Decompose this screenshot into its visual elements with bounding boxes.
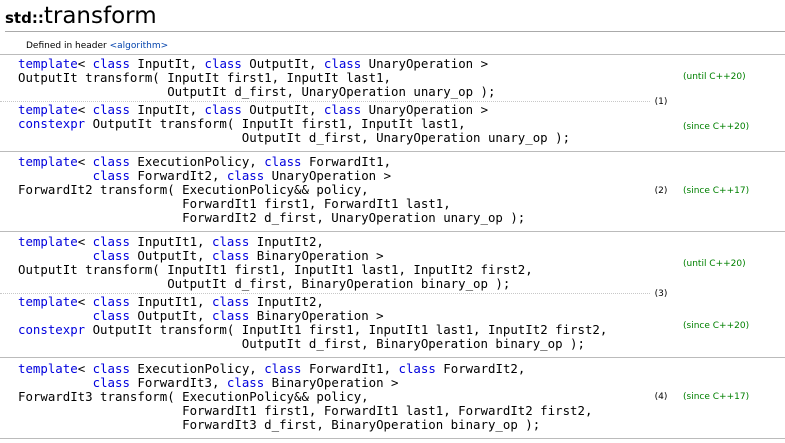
keyword[interactable]: template <box>18 154 78 169</box>
overload-code: template< class ExecutionPolicy, class F… <box>18 361 593 432</box>
keyword[interactable]: class <box>212 308 249 323</box>
keyword[interactable]: class <box>264 361 301 376</box>
overload-code: template< class InputIt, class OutputIt,… <box>18 56 496 99</box>
keyword[interactable]: template <box>18 102 78 117</box>
keyword[interactable]: class <box>212 234 249 249</box>
keyword[interactable]: class <box>93 168 130 183</box>
version-badge: (since C++17) <box>683 392 750 402</box>
version-badge: (since C++20) <box>683 321 750 331</box>
header-prefix: Defined in header <box>26 41 107 51</box>
keyword[interactable]: class <box>93 154 130 169</box>
keyword[interactable]: class <box>324 102 361 117</box>
keyword[interactable]: class <box>93 361 130 376</box>
row-divider <box>0 231 785 232</box>
title-name: transform <box>43 3 157 29</box>
keyword[interactable]: class <box>324 56 361 71</box>
keyword[interactable]: template <box>18 56 78 71</box>
version-badge: (since C++17) <box>683 186 750 196</box>
page-title: std::transform <box>5 2 157 30</box>
overload-number: (2) <box>654 186 668 196</box>
keyword[interactable]: template <box>18 234 78 249</box>
keyword[interactable]: class <box>264 154 301 169</box>
overload-number: (4) <box>654 392 668 402</box>
overload-number: (1) <box>654 97 668 107</box>
keyword[interactable]: class <box>93 294 130 309</box>
row-divider <box>0 151 785 152</box>
keyword[interactable]: class <box>93 56 130 71</box>
header-declaration: Defined in header <algorithm> <box>26 40 168 52</box>
keyword[interactable]: class <box>212 294 249 309</box>
keyword[interactable]: class <box>227 375 264 390</box>
row-divider <box>0 357 785 358</box>
keyword[interactable]: constexpr <box>18 116 85 131</box>
version-badge: (until C++20) <box>683 259 746 269</box>
keyword[interactable]: class <box>93 234 130 249</box>
version-badge: (since C++20) <box>683 122 750 132</box>
header-divider <box>0 54 785 55</box>
keyword[interactable]: class <box>93 308 130 323</box>
keyword[interactable]: class <box>212 248 249 263</box>
keyword[interactable]: class <box>93 102 130 117</box>
keyword[interactable]: class <box>205 102 242 117</box>
header-link[interactable]: <algorithm> <box>110 41 169 51</box>
keyword[interactable]: class <box>227 168 264 183</box>
keyword[interactable]: template <box>18 294 78 309</box>
keyword[interactable]: template <box>18 361 78 376</box>
overload-code: template< class InputIt1, class InputIt2… <box>18 234 533 291</box>
title-divider <box>5 31 785 32</box>
keyword[interactable]: class <box>93 375 130 390</box>
overload-code: template< class InputIt1, class InputIt2… <box>18 294 608 351</box>
overload-number: (3) <box>654 289 668 299</box>
overload-code: template< class InputIt, class OutputIt,… <box>18 102 571 145</box>
keyword[interactable]: constexpr <box>18 322 85 337</box>
version-badge: (until C++20) <box>683 72 746 82</box>
keyword[interactable]: class <box>205 56 242 71</box>
title-namespace: std:: <box>5 9 44 27</box>
row-divider <box>0 438 785 439</box>
overload-code: template< class ExecutionPolicy, class F… <box>18 154 526 225</box>
keyword[interactable]: class <box>399 361 436 376</box>
keyword[interactable]: class <box>93 248 130 263</box>
